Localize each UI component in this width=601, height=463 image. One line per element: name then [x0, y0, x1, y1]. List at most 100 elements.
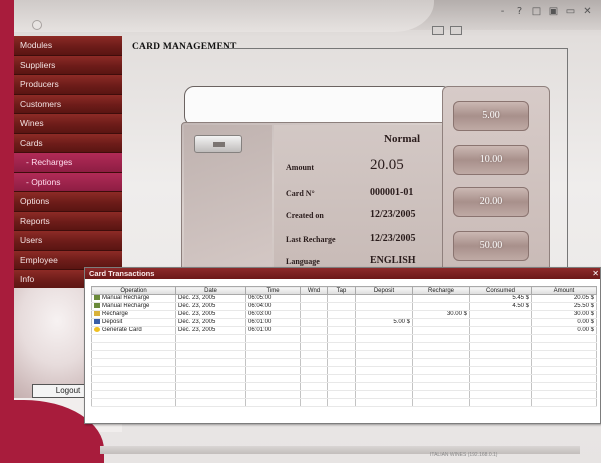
empty-cell [91, 374, 176, 384]
empty-cell [531, 390, 597, 400]
empty-cell [469, 374, 532, 384]
amount-button-50[interactable]: 50.00 [453, 231, 529, 261]
created-label: Created on [286, 211, 324, 220]
empty-cell [412, 382, 470, 392]
empty-row [91, 342, 597, 352]
empty-cell [175, 374, 246, 384]
sidebar-item-producers[interactable]: Producers [14, 75, 122, 95]
view-icon[interactable]: □ [531, 6, 542, 17]
cell-consumed [469, 310, 532, 320]
cell-date: Dec. 23, 2005 [175, 302, 246, 312]
amount-button-20[interactable]: 20.00 [453, 187, 529, 217]
cell-tap [327, 326, 356, 336]
folder-icon [94, 311, 100, 317]
column-header-operation[interactable]: Operation [91, 286, 176, 295]
card-left-panel [184, 125, 272, 271]
operation-text: Manual Recharge [102, 303, 150, 310]
empty-cell [245, 390, 301, 400]
empty-cell [300, 342, 328, 352]
sidebar-item-suppliers[interactable]: Suppliers [14, 55, 122, 75]
empty-cell [327, 390, 356, 400]
sidebar-item-modules[interactable]: Modules [14, 36, 122, 56]
amount-value: 20.05 [370, 157, 404, 173]
amount-label: Amount [286, 163, 315, 172]
sidebar-item-recharges[interactable]: - Recharges [14, 153, 122, 173]
cell-time: 06:05:00 [245, 294, 301, 304]
sidebar-item-cards[interactable]: Cards [14, 133, 122, 153]
table-row[interactable]: Recharge Dec. 23, 2005 06:03:00 30.00 $ 30.0… [91, 310, 597, 320]
empty-cell [91, 390, 176, 400]
empty-cell [91, 358, 176, 368]
column-header-time[interactable]: Time [245, 286, 301, 295]
empty-cell [300, 390, 328, 400]
amount-button-10[interactable]: 10.00 [453, 145, 529, 175]
column-header-consumed[interactable]: Consumed [469, 286, 532, 295]
card-read-button[interactable] [194, 135, 242, 153]
table-row[interactable]: Deposit Dec. 23, 2005 06:01:00 5.00 $ 0.00 $ [91, 318, 597, 328]
column-header-deposit[interactable]: Deposit [355, 286, 413, 295]
card-view-icon[interactable] [432, 26, 444, 35]
empty-cell [327, 374, 356, 384]
table-row[interactable]: Manual Recharge Dec. 23, 2005 06:05:00 5.45… [91, 294, 597, 304]
column-header-recharge[interactable]: Recharge [412, 286, 470, 295]
cell-wnd [300, 302, 328, 312]
sidebar-item-customers[interactable]: Customers [14, 94, 122, 114]
help-icon[interactable]: ? [514, 6, 525, 17]
cell-time: 06:01:00 [245, 318, 301, 328]
empty-cell [245, 398, 301, 408]
deposit-icon [94, 319, 100, 325]
column-header-date[interactable]: Date [175, 286, 246, 295]
empty-row [91, 366, 597, 376]
table-row[interactable]: Manual Recharge Dec. 23, 2005 06:04:00 4.50… [91, 302, 597, 312]
empty-cell [355, 358, 413, 368]
cell-amount: 30.00 $ [531, 310, 597, 320]
empty-cell [245, 358, 301, 368]
empty-cell [355, 390, 413, 400]
minimize-icon[interactable]: - [497, 6, 508, 17]
empty-cell [355, 398, 413, 408]
cell-deposit [355, 294, 413, 304]
sidebar-menu: Modules Suppliers Producers Customers Wines C… [14, 36, 122, 290]
empty-cell [469, 334, 532, 344]
app-logo-icon [32, 20, 42, 30]
empty-cell [469, 382, 532, 392]
empty-cell [245, 366, 301, 376]
column-header-wnd[interactable]: Wnd [300, 286, 328, 295]
close-icon[interactable]: ✕ [582, 6, 593, 17]
empty-cell [412, 358, 470, 368]
empty-cell [469, 390, 532, 400]
restore-icon[interactable]: ▭ [565, 6, 576, 17]
operation-text: Recharge [102, 311, 129, 318]
card-icon [213, 142, 225, 147]
cell-date: Dec. 23, 2005 [175, 294, 246, 304]
sidebar-item-options[interactable]: Options [14, 192, 122, 212]
empty-cell [531, 358, 597, 368]
sidebar-item-reports[interactable]: Reports [14, 211, 122, 231]
page-title: CARD MANAGEMENT [132, 42, 237, 52]
table-row[interactable]: Generate Card Dec. 23, 2005 06:01:00 0.00 $ [91, 326, 597, 336]
empty-cell [245, 382, 301, 392]
sidebar-item-wines[interactable]: Wines [14, 114, 122, 134]
amount-button-5[interactable]: 5.00 [453, 101, 529, 131]
close-icon[interactable]: ✕ [592, 268, 599, 279]
keyboard-icon[interactable]: ▣ [548, 6, 559, 17]
list-view-icon[interactable] [450, 26, 462, 35]
column-header-amount[interactable]: Amount [531, 286, 597, 295]
operation-text: Deposit [102, 319, 123, 326]
empty-cell [469, 366, 532, 376]
cell-recharge [412, 302, 470, 312]
language-value: ENGLISH [370, 255, 416, 266]
window-controls: - ? □ ▣ ▭ ✕ [497, 6, 593, 17]
empty-row [91, 390, 597, 400]
cell-date: Dec. 23, 2005 [175, 310, 246, 320]
column-header-tap[interactable]: Tap [327, 286, 356, 295]
empty-cell [300, 382, 328, 392]
cell-operation: Generate Card [91, 326, 176, 336]
sidebar-item-options[interactable]: - Options [14, 172, 122, 192]
sidebar-item-users[interactable]: Users [14, 231, 122, 251]
empty-cell [531, 382, 597, 392]
empty-row [91, 350, 597, 360]
toolbar-mini-buttons [432, 26, 462, 35]
cell-recharge [412, 318, 470, 328]
empty-cell [469, 342, 532, 352]
